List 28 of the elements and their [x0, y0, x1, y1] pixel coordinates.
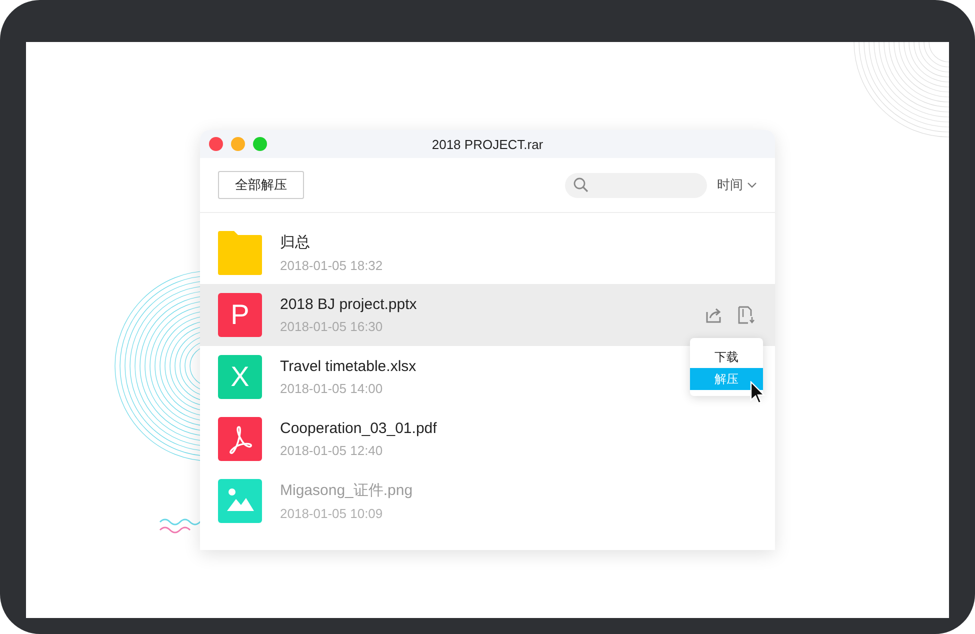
close-button[interactable] [209, 137, 223, 151]
chevron-down-icon [747, 182, 757, 188]
file-name: Migasong_证件.png [280, 481, 413, 500]
menu-item[interactable]: 下载 [690, 346, 763, 368]
zoom-button[interactable] [253, 137, 267, 151]
file-date: 2018-01-05 16:30 [280, 319, 384, 334]
share-icon[interactable] [705, 306, 723, 324]
file-date: 2018-01-05 10:09 [280, 506, 384, 521]
archive-icon[interactable] [737, 306, 755, 324]
file-date: 2018-01-05 12:40 [280, 443, 384, 458]
file-type-icon: X [218, 355, 262, 399]
window-title: 2018 PROJECT.rar [432, 136, 544, 152]
file-row[interactable]: X Travel timetable.xlsx 2018-01-05 14:00 [200, 346, 434, 408]
search-icon [573, 177, 589, 193]
file-name: Cooperation_03_01.pdf [280, 420, 437, 437]
file-date: 2018-01-05 18:32 [280, 258, 383, 273]
file-name: 2018 BJ project.pptx [280, 296, 417, 313]
file-name: Travel timetable.xlsx [280, 358, 416, 375]
minimize-button[interactable] [231, 137, 245, 151]
search-field[interactable] [565, 172, 707, 198]
file-row[interactable]: 归总 2018-01-05 18:32 [200, 222, 401, 284]
sort-dropdown[interactable]: 时间 [717, 176, 757, 194]
file-row[interactable]: Cooperation_03_01.pdf 2018-01-05 12:40 [200, 408, 455, 470]
file-row[interactable]: P 2018 BJ project.pptx 2018-01-05 16:30 [200, 284, 775, 346]
file-name: 归总 [280, 233, 311, 252]
extract-all-button[interactable]: 全部解压 [218, 171, 304, 199]
file-type-icon: P [218, 293, 262, 337]
file-date: 2018-01-05 14:00 [280, 381, 384, 396]
